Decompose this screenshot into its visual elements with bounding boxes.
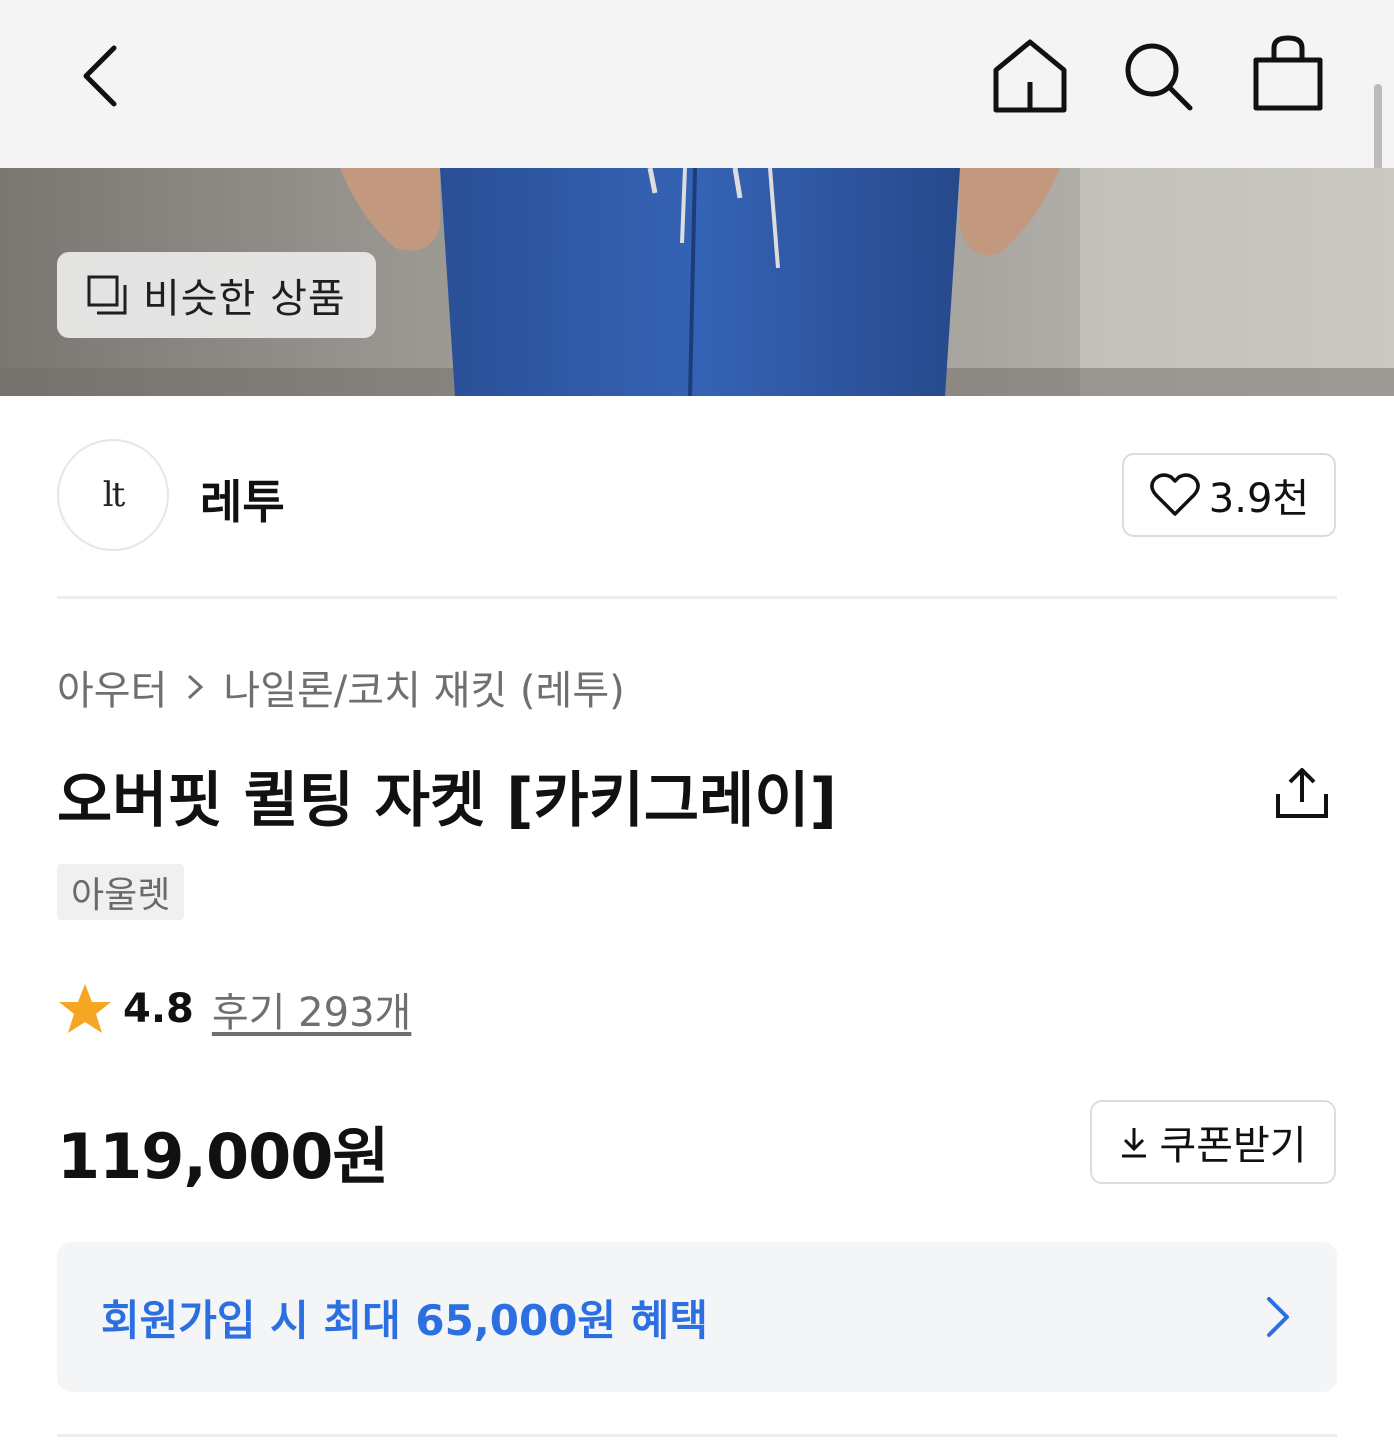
heart-icon bbox=[1149, 473, 1200, 516]
home-icon[interactable] bbox=[990, 36, 1070, 116]
divider bbox=[57, 596, 1337, 599]
brand-logo-text: lt bbox=[102, 475, 126, 515]
benefit-text: 회원가입 시 최대 65,000원 혜택 bbox=[101, 1295, 708, 1345]
divider bbox=[57, 1434, 1337, 1437]
share-icon[interactable] bbox=[1272, 764, 1332, 824]
rating-row: 4.8 후기 293개 bbox=[57, 980, 411, 1038]
back-icon[interactable] bbox=[72, 40, 132, 112]
similar-products-button[interactable]: 비슷한 상품 bbox=[57, 252, 376, 338]
similar-products-label: 비슷한 상품 bbox=[143, 276, 346, 322]
chevron-right-icon bbox=[1267, 1297, 1289, 1337]
like-button[interactable]: 3.9천 bbox=[1122, 453, 1336, 537]
review-count-link[interactable]: 후기 293개 bbox=[212, 980, 411, 1038]
rating-value: 4.8 bbox=[123, 986, 194, 1032]
coupon-button[interactable]: 쿠폰받기 bbox=[1090, 1100, 1336, 1184]
breadcrumb: 아우터 나일론/코치 재킷 (레투) bbox=[57, 658, 625, 716]
star-icon bbox=[59, 984, 111, 1033]
shopping-bag-icon[interactable] bbox=[1250, 34, 1326, 114]
chevron-right-icon bbox=[188, 674, 204, 700]
brand-logo[interactable]: lt bbox=[57, 439, 169, 551]
similar-products-icon bbox=[87, 275, 127, 315]
product-price: 119,000원 bbox=[57, 1120, 389, 1193]
signup-benefit-banner[interactable]: 회원가입 시 최대 65,000원 혜택 bbox=[57, 1242, 1337, 1392]
download-icon bbox=[1122, 1128, 1147, 1158]
breadcrumb-category[interactable]: 아우터 bbox=[57, 658, 167, 716]
top-navigation-bar bbox=[0, 0, 1394, 168]
breadcrumb-subcategory[interactable]: 나일론/코치 재킷 (레투) bbox=[223, 658, 624, 716]
coupon-label: 쿠폰받기 bbox=[1159, 1123, 1307, 1169]
like-count: 3.9천 bbox=[1208, 476, 1310, 522]
outlet-badge: 아울렛 bbox=[57, 864, 185, 920]
brand-name[interactable]: 레투 bbox=[200, 466, 285, 532]
product-title: 오버핏 퀼팅 자켓 [카키그레이] bbox=[57, 766, 837, 836]
search-icon[interactable] bbox=[1120, 38, 1196, 114]
